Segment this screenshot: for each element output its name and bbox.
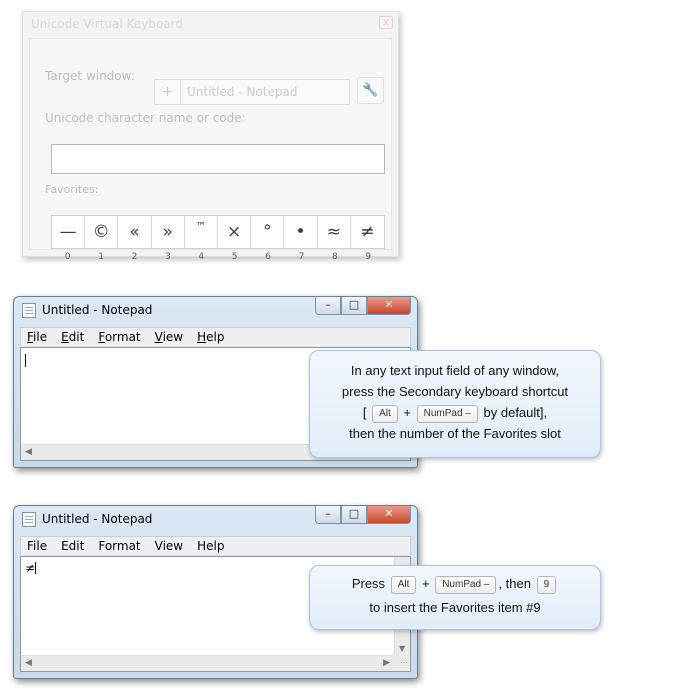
crosshair-icon[interactable]: + (155, 80, 181, 104)
favorite-key[interactable]: ™ (185, 216, 219, 248)
favorites-label: Favorites: (45, 183, 99, 196)
numpad-minus-key: NumPad – (416, 405, 478, 423)
menu-view[interactable]: View (149, 539, 189, 553)
plus-sign: + (421, 576, 430, 591)
notepad-icon (22, 512, 36, 527)
close-button[interactable]: ✕ (367, 297, 411, 315)
menu-file[interactable]: File (21, 330, 53, 344)
slot-number: 6 (265, 252, 271, 262)
numpad-minus-key: NumPad – (435, 576, 497, 594)
typed-text: ≠ (25, 561, 37, 575)
menu-bar: File Edit Format View Help (20, 327, 411, 346)
favorite-key[interactable]: — (52, 216, 86, 248)
callout-line: to insert the Favorites item #9 (369, 600, 541, 615)
slot-number: 9 (365, 252, 372, 262)
close-button[interactable]: ✕ (367, 506, 411, 524)
character-name-input[interactable] (51, 144, 385, 174)
slot-number: 1 (98, 252, 104, 262)
minimize-button[interactable]: – (315, 506, 341, 524)
character-name-label: Unicode character name or code: (45, 111, 246, 125)
close-button[interactable]: x (379, 16, 393, 29)
slot-number: 4 (198, 252, 205, 262)
scroll-left-icon[interactable]: ◀ (25, 447, 32, 457)
slot-number: 8 (331, 252, 338, 262)
callout-line: then the number of the Favorites slot (349, 426, 561, 441)
slot-number: 3 (165, 252, 171, 262)
scroll-left-icon[interactable]: ◀ (25, 658, 32, 668)
target-window-field[interactable]: + Untitled - Notepad (154, 79, 350, 105)
unicode-virtual-keyboard-window: Unicode Virtual Keyboard x Target window… (22, 11, 399, 262)
menu-edit[interactable]: Edit (55, 539, 90, 553)
favorite-key[interactable]: × (218, 216, 252, 248)
target-window-label: Target window: (45, 69, 135, 83)
window-title: Untitled - Notepad (42, 303, 153, 317)
alt-key: Alt (390, 576, 417, 594)
favorite-key[interactable]: ≠ (351, 216, 384, 248)
callout-line: Press Alt + NumPad –, then 9 (310, 573, 600, 594)
settings-button[interactable]: 🔧 (357, 77, 384, 104)
maximize-button[interactable]: □ (341, 297, 367, 315)
window-title: Unicode Virtual Keyboard (31, 17, 183, 31)
menu-format[interactable]: Format (92, 539, 146, 553)
text-cursor (25, 354, 26, 367)
by-default-text: by default], (483, 405, 548, 420)
menu-help[interactable]: Help (191, 539, 230, 553)
window-controls: – □ ✕ (315, 506, 411, 524)
scroll-down-icon[interactable]: ▼ (399, 644, 405, 653)
callout-line: In any text input field of any window, (350, 363, 560, 378)
scroll-right-icon[interactable]: ▶ (383, 658, 390, 668)
target-window-value: Untitled - Notepad (187, 85, 298, 99)
menu-bar: File Edit Format View Help (20, 536, 411, 555)
favorite-key[interactable]: • (284, 216, 318, 248)
favorite-key[interactable]: ≈ (318, 216, 351, 248)
menu-format[interactable]: Format (92, 330, 146, 344)
horizontal-scrollbar[interactable]: ◀ ▶ (21, 655, 394, 671)
menu-view[interactable]: View (149, 330, 189, 344)
resize-grip-icon[interactable]: ⋯ (394, 655, 410, 671)
slot-number: 2 (131, 252, 138, 262)
then-text: , then (498, 576, 531, 591)
favorite-key[interactable]: » (152, 216, 185, 248)
favorites-keys: — © « » ™ × ° • ≈ ≠ (51, 215, 385, 249)
alt-key: Alt (372, 405, 398, 423)
favorite-key[interactable]: « (118, 216, 152, 248)
press-text: Press (351, 576, 386, 591)
favorite-key[interactable]: © (85, 216, 119, 248)
nine-key: 9 (536, 576, 557, 594)
slot-number: 0 (64, 252, 71, 262)
wrench-icon: 🔧 (362, 83, 379, 98)
favorites-slot-numbers: 0 1 2 3 4 5 6 7 8 9 (51, 252, 385, 262)
window-controls: – □ ✕ (315, 297, 411, 315)
maximize-button[interactable]: □ (341, 506, 367, 524)
bracket-open: [ (362, 405, 367, 420)
favorite-key[interactable]: ° (251, 216, 285, 248)
instruction-callout-2: Press Alt + NumPad –, then 9 to insert t… (309, 565, 601, 630)
minimize-button[interactable]: – (315, 297, 341, 315)
dialog-panel: Target window: + Untitled - Notepad 🔧 Un… (29, 38, 392, 262)
menu-file[interactable]: File (21, 539, 53, 553)
inserted-character: ≠ (25, 561, 36, 575)
instruction-callout-1: In any text input field of any window, p… (309, 350, 601, 458)
slot-number: 7 (298, 252, 305, 262)
window-title: Untitled - Notepad (42, 512, 153, 526)
callout-line: [ Alt + NumPad – by default], (310, 402, 600, 423)
slot-number: 5 (231, 252, 238, 262)
plus-sign: + (403, 405, 412, 420)
menu-edit[interactable]: Edit (55, 330, 90, 344)
callout-line: press the Secondary keyboard shortcut (341, 384, 569, 399)
menu-help[interactable]: Help (191, 330, 230, 344)
text-cursor (35, 562, 37, 574)
notepad-icon (22, 303, 36, 318)
